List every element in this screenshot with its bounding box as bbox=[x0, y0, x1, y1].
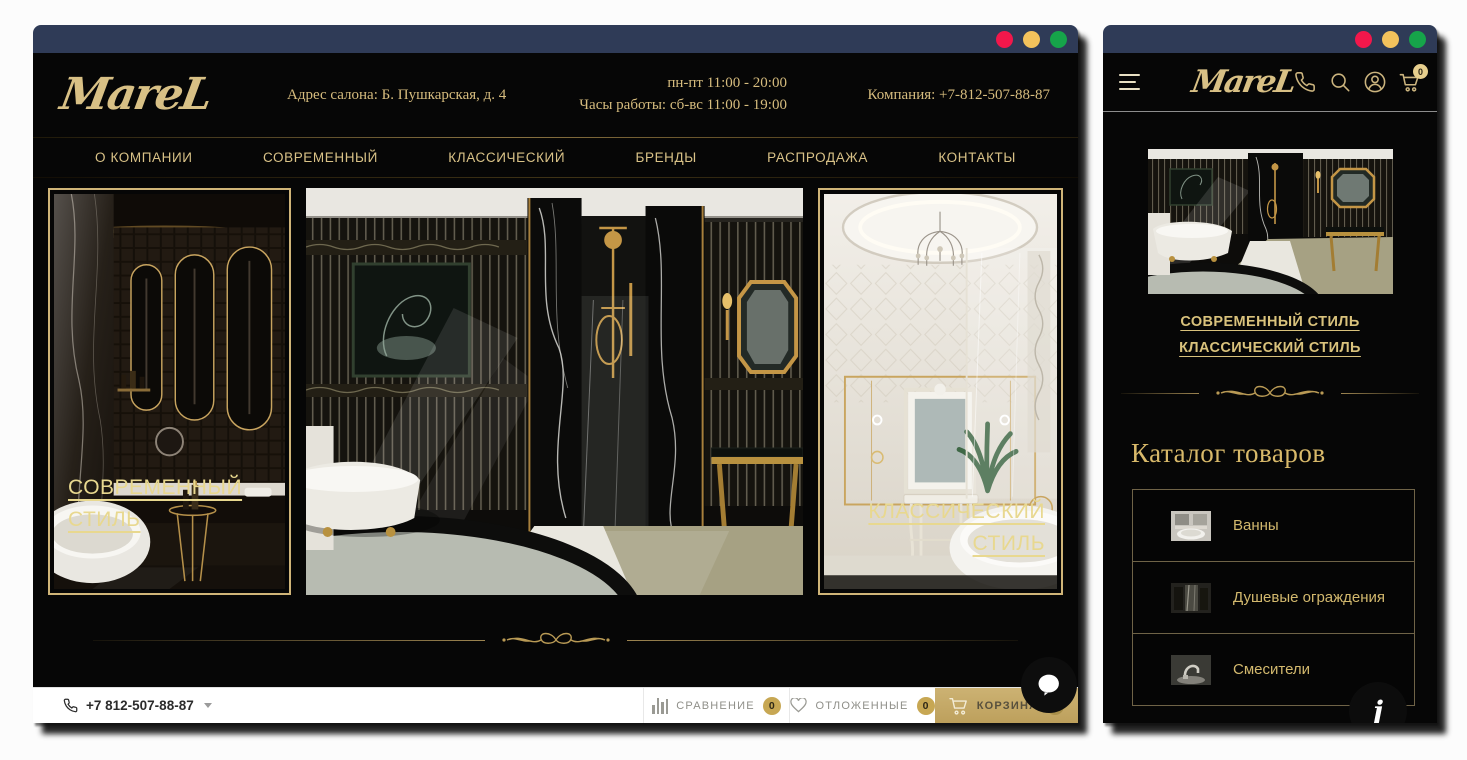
nav-item-sale[interactable]: РАСПРОДАЖА bbox=[767, 150, 868, 165]
cart-count-badge: 0 bbox=[1413, 64, 1428, 79]
chat-glyph: j bbox=[1373, 695, 1383, 724]
nav-item-modern[interactable]: СОВРЕМЕННЫЙ bbox=[263, 150, 378, 165]
nav-item-brands[interactable]: БРЕНДЫ bbox=[636, 150, 697, 165]
catalog-item-baths[interactable]: Ванны bbox=[1132, 489, 1415, 562]
sticky-footer-bar: +7 812-507-88-87 СРАВНЕНИЕ 0 ОТЛОЖЕННЫЕ … bbox=[33, 687, 1078, 723]
nav-item-classic[interactable]: КЛАССИЧЕСКИЙ bbox=[448, 150, 565, 165]
bath-thumbnail bbox=[1171, 511, 1211, 541]
minimize-button[interactable] bbox=[1382, 31, 1399, 48]
ornament-divider bbox=[1121, 382, 1419, 404]
catalog-list: Ванны Душевые ограждения Смесители bbox=[1132, 489, 1415, 706]
close-button[interactable] bbox=[996, 31, 1013, 48]
style-slider: СОВРЕМЕННЫЙ СТИЛЬ bbox=[48, 188, 1063, 595]
chevron-down-icon bbox=[204, 703, 212, 708]
marble-bathroom-image bbox=[306, 188, 803, 595]
ornament-divider bbox=[93, 629, 1018, 651]
site-logo[interactable]: MareL bbox=[1189, 67, 1297, 98]
heart-icon bbox=[790, 698, 807, 713]
company-phone[interactable]: Компания: +7-812-507-88-87 bbox=[817, 87, 1050, 104]
cart-icon bbox=[949, 697, 969, 715]
search-icon[interactable] bbox=[1329, 71, 1351, 93]
compare-count-badge: 0 bbox=[763, 697, 781, 715]
shower-thumbnail bbox=[1171, 583, 1211, 613]
ornament-line bbox=[93, 640, 485, 641]
ornament-line bbox=[627, 640, 1019, 641]
desktop-page: MareL Адрес салона: Б. Пушкарская, д. 4 … bbox=[33, 53, 1078, 723]
footer-phone-number: +7 812-507-88-87 bbox=[86, 698, 194, 713]
chat-widget-button[interactable] bbox=[1021, 657, 1077, 713]
account-icon[interactable] bbox=[1364, 71, 1386, 93]
flourish-icon bbox=[1205, 382, 1335, 404]
modern-style-link[interactable]: СОВРЕМЕННЫЙ СТИЛЬ bbox=[68, 472, 243, 535]
main-navigation: О КОМПАНИИ СОВРЕМЕННЫЙ КЛАССИЧЕСКИЙ БРЕН… bbox=[33, 137, 1078, 178]
wishlist-button[interactable]: ОТЛОЖЕННЫЕ 0 bbox=[789, 688, 935, 723]
classic-style-panel[interactable]: КЛАССИЧЕСКИЙ СТИЛЬ bbox=[818, 188, 1063, 595]
wishlist-label: ОТЛОЖЕННЫЕ bbox=[815, 700, 908, 712]
flourish-icon bbox=[491, 629, 621, 651]
minimize-button[interactable] bbox=[1023, 31, 1040, 48]
style-links: СОВРЕМЕННЫЙ СТИЛЬ КЛАССИЧЕСКИЙ СТИЛЬ bbox=[1103, 314, 1437, 356]
modern-style-panel[interactable]: СОВРЕМЕННЫЙ СТИЛЬ bbox=[48, 188, 291, 595]
nav-item-about[interactable]: О КОМПАНИИ bbox=[95, 150, 193, 165]
classic-style-link[interactable]: КЛАССИЧЕСКИЙ СТИЛЬ bbox=[865, 496, 1045, 559]
mobile-browser-window: MareL 0 bbox=[1103, 25, 1437, 723]
footer-phone[interactable]: +7 812-507-88-87 bbox=[33, 688, 212, 723]
phone-icon bbox=[63, 698, 78, 713]
salon-address: Адрес салона: Б. Пушкарская, д. 4 bbox=[251, 87, 542, 104]
footer-actions: СРАВНЕНИЕ 0 ОТЛОЖЕННЫЕ 0 bbox=[643, 688, 1078, 723]
compare-label: СРАВНЕНИЕ bbox=[676, 700, 755, 712]
site-logo[interactable]: MareL bbox=[57, 73, 255, 117]
wishlist-count-badge: 0 bbox=[917, 697, 935, 715]
mobile-header: MareL 0 bbox=[1103, 53, 1437, 111]
close-button[interactable] bbox=[1355, 31, 1372, 48]
working-hours: пн-пт 11:00 - 20:00 Часы работы: сб-вс 1… bbox=[542, 73, 817, 117]
nav-item-contacts[interactable]: КОНТАКТЫ bbox=[938, 150, 1016, 165]
modern-style-link[interactable]: СОВРЕМЕННЫЙ СТИЛЬ bbox=[1103, 314, 1437, 330]
catalog-item-showers[interactable]: Душевые ограждения bbox=[1132, 561, 1415, 634]
compare-button[interactable]: СРАВНЕНИЕ 0 bbox=[643, 688, 789, 723]
menu-hamburger-icon[interactable] bbox=[1119, 74, 1140, 91]
maximize-button[interactable] bbox=[1050, 31, 1067, 48]
mobile-titlebar bbox=[1103, 25, 1437, 53]
mobile-page: MareL 0 bbox=[1103, 53, 1437, 723]
ornament-line bbox=[1341, 393, 1419, 394]
site-header: MareL Адрес салона: Б. Пушкарская, д. 4 … bbox=[33, 53, 1078, 137]
chat-bubble-icon bbox=[1034, 670, 1064, 700]
mobile-hero-image bbox=[1148, 149, 1393, 294]
mobile-header-icons: 0 bbox=[1294, 71, 1421, 93]
compare-bars-icon bbox=[652, 698, 668, 714]
hours-weekdays: пн-пт 11:00 - 20:00 bbox=[542, 73, 787, 95]
desktop-titlebar bbox=[33, 25, 1078, 53]
desktop-browser-window: MareL Адрес салона: Б. Пушкарская, д. 4 … bbox=[33, 25, 1078, 723]
classic-style-link[interactable]: КЛАССИЧЕСКИЙ СТИЛЬ bbox=[1103, 340, 1437, 356]
cart-icon[interactable]: 0 bbox=[1399, 71, 1421, 93]
marble-room-panel bbox=[306, 188, 803, 595]
hours-weekend: Часы работы: сб-вс 11:00 - 19:00 bbox=[542, 95, 787, 117]
faucet-thumbnail bbox=[1171, 655, 1211, 685]
phone-icon[interactable] bbox=[1294, 71, 1316, 93]
catalog-title: Каталог товаров bbox=[1131, 438, 1437, 469]
maximize-button[interactable] bbox=[1409, 31, 1426, 48]
header-divider bbox=[1103, 111, 1437, 112]
ornament-line bbox=[1121, 393, 1199, 394]
